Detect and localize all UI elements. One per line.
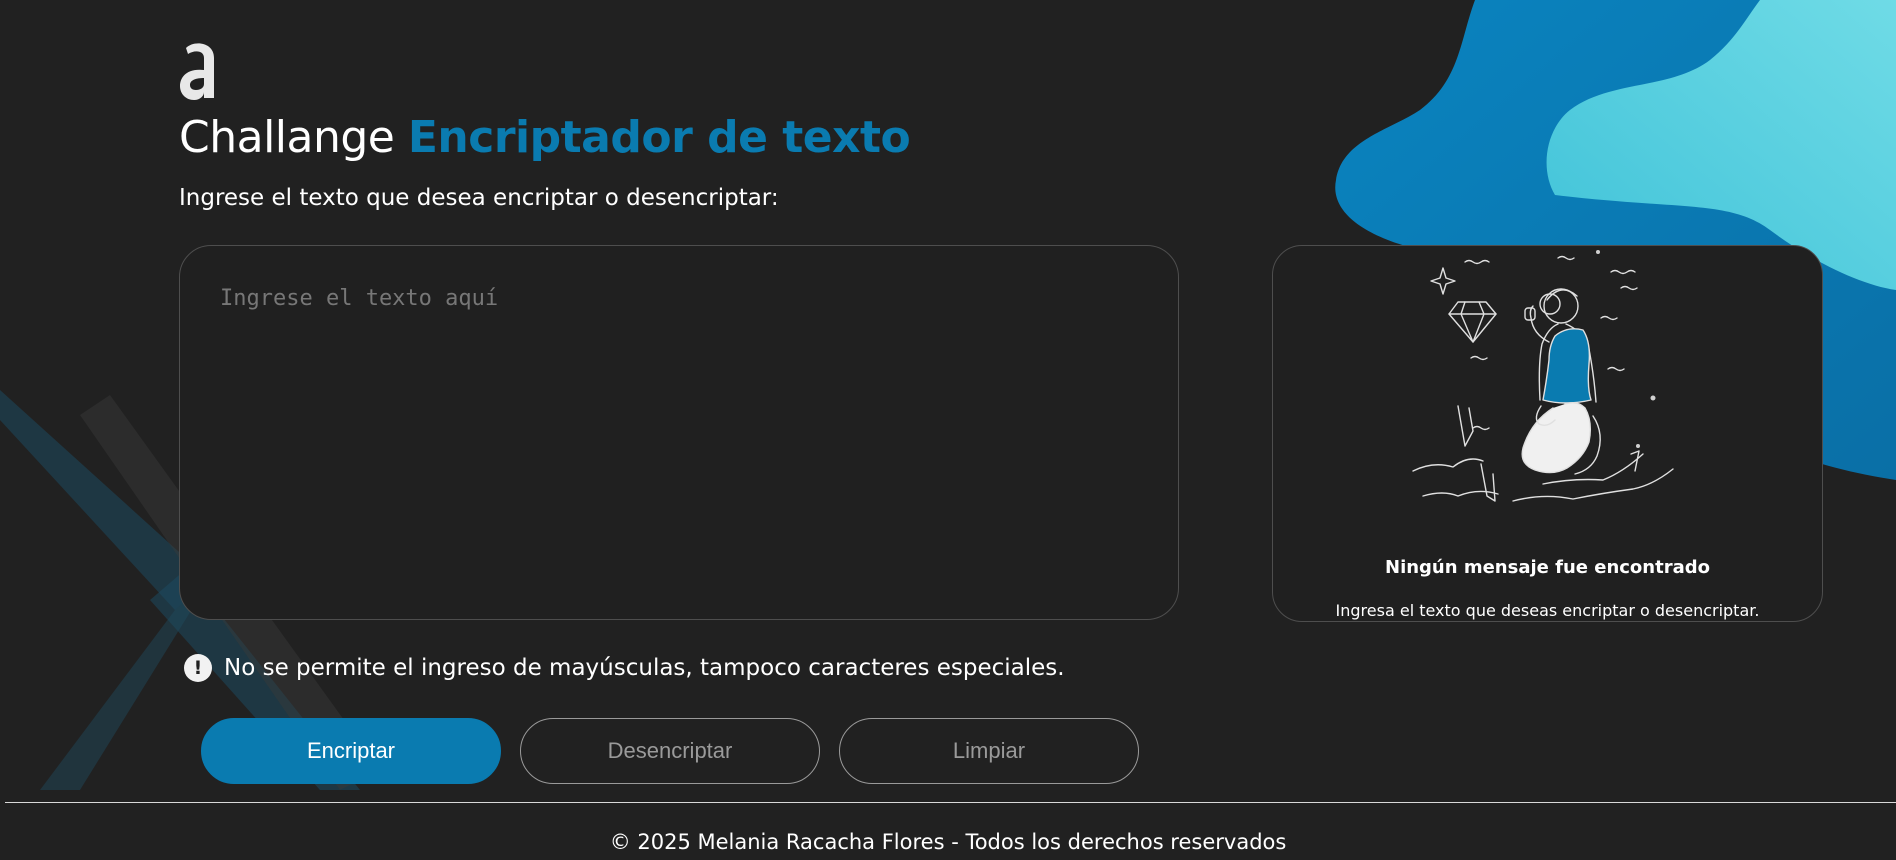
output-card: Ningún mensaje fue encontrado Ingresa el… xyxy=(1272,245,1823,622)
page: Challange Encriptador de texto Ingrese e… xyxy=(0,0,1896,860)
exclamation-circle-icon: ! xyxy=(184,654,212,682)
warning-text: No se permite el ingreso de mayúsculas, … xyxy=(224,655,1065,681)
encrypt-button[interactable]: Encriptar xyxy=(201,718,501,784)
footer-divider xyxy=(5,802,1896,803)
clear-button[interactable]: Limpiar xyxy=(839,718,1139,784)
alura-logo-icon xyxy=(180,43,214,100)
page-title-plain: Challange xyxy=(179,112,395,163)
explorer-with-magnifier-illustration xyxy=(1412,250,1674,502)
output-text: Ingresa el texto que deseas encriptar o … xyxy=(1335,601,1760,620)
decrypt-button[interactable]: Desencriptar xyxy=(520,718,820,784)
input-instructions: Ingrese el texto que desea encriptar o d… xyxy=(179,185,779,211)
input-warning: ! No se permite el ingreso de mayúsculas… xyxy=(184,654,1065,682)
footer-copyright: © 2025 Melania Racacha Flores - Todos lo… xyxy=(609,830,1287,854)
output-title: Ningún mensaje fue encontrado xyxy=(1385,557,1710,578)
page-title: Challange Encriptador de texto xyxy=(179,112,911,163)
text-input[interactable] xyxy=(179,245,1179,620)
page-title-accent: Encriptador de texto xyxy=(407,112,911,163)
